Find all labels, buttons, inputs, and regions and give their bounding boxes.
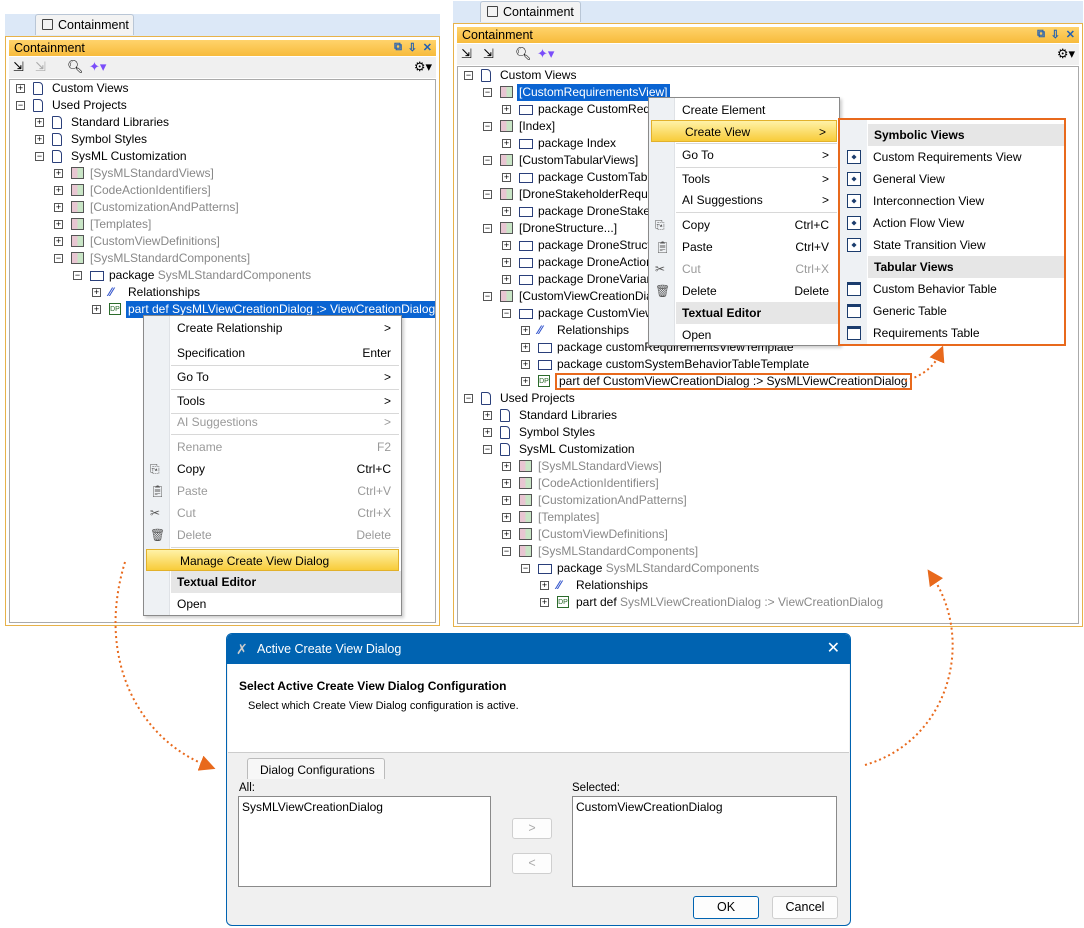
flow-arrows bbox=[114, 345, 954, 771]
arrow-to-right-panel bbox=[864, 569, 954, 766]
arrow-to-dialog bbox=[114, 561, 216, 771]
arrow-to-submenu bbox=[904, 345, 945, 382]
